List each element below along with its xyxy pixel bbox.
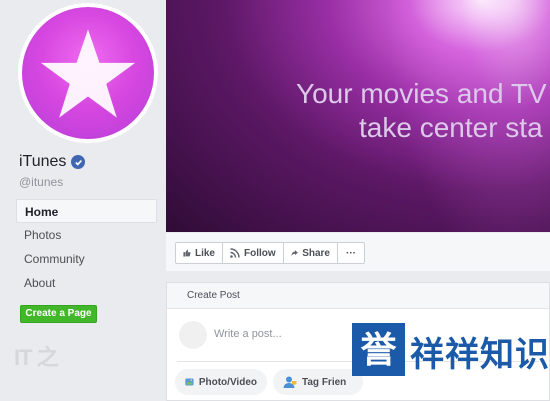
cover-headline-line2: take center sta — [359, 112, 543, 143]
site-logo-char: 之 — [36, 345, 59, 370]
cover-headline-line1: Your movies and TV — [296, 78, 547, 109]
page-title: iTunes — [19, 153, 67, 170]
sidebar: iTunes @itunes Home Photos Community Abo… — [0, 0, 165, 401]
sidebar-item-about[interactable]: About — [16, 271, 157, 295]
follow-button[interactable]: Follow — [222, 242, 284, 264]
photo-video-label: Photo/Video — [198, 376, 257, 388]
more-options-button[interactable]: ··· — [337, 242, 365, 264]
watermark-box: 誉 — [352, 323, 405, 376]
share-arrow-icon — [291, 250, 298, 256]
thumbs-up-icon — [183, 249, 191, 257]
page-nav: Home Photos Community About — [16, 199, 157, 295]
watermark-text: 祥祥知识 — [410, 336, 550, 374]
share-button[interactable]: Share — [283, 242, 338, 264]
page-handle: @itunes — [19, 175, 64, 189]
site-logo-it: IT — [14, 345, 33, 370]
verified-check-icon — [71, 155, 86, 169]
share-label: Share — [302, 247, 330, 259]
follow-label: Follow — [244, 247, 276, 259]
create-post-header[interactable]: Create Post — [167, 283, 549, 309]
cover-photo[interactable]: Your movies and TV take center sta — [166, 0, 550, 232]
like-label: Like — [194, 247, 215, 259]
star-icon — [40, 29, 136, 118]
sidebar-item-home[interactable]: Home — [16, 199, 157, 223]
page-title-row: iTunes — [19, 153, 86, 171]
tag-friends-icon — [283, 376, 297, 388]
sidebar-item-community[interactable]: Community — [16, 247, 157, 271]
avatar — [179, 321, 207, 349]
create-page-button[interactable]: Create a Page — [20, 305, 97, 323]
tag-friends-button[interactable]: Tag Frien — [273, 369, 363, 395]
watermark-logo: 誉 祥祥知识 — [352, 323, 549, 376]
post-input[interactable]: Write a post... — [214, 328, 282, 340]
like-button[interactable]: Like — [175, 242, 223, 264]
sidebar-item-photos[interactable]: Photos — [16, 223, 157, 247]
itunes-logo — [22, 7, 154, 139]
rss-follow-icon — [230, 248, 240, 258]
tag-friends-label: Tag Frien — [302, 376, 347, 388]
photo-video-button[interactable]: Photo/Video — [175, 369, 267, 395]
more-dots-icon: ··· — [346, 247, 356, 259]
page-action-bar: Like Follow Share ··· — [166, 233, 550, 271]
profile-picture[interactable] — [18, 3, 158, 143]
site-logo: IT 之 — [14, 340, 59, 372]
photo-icon — [185, 378, 194, 386]
